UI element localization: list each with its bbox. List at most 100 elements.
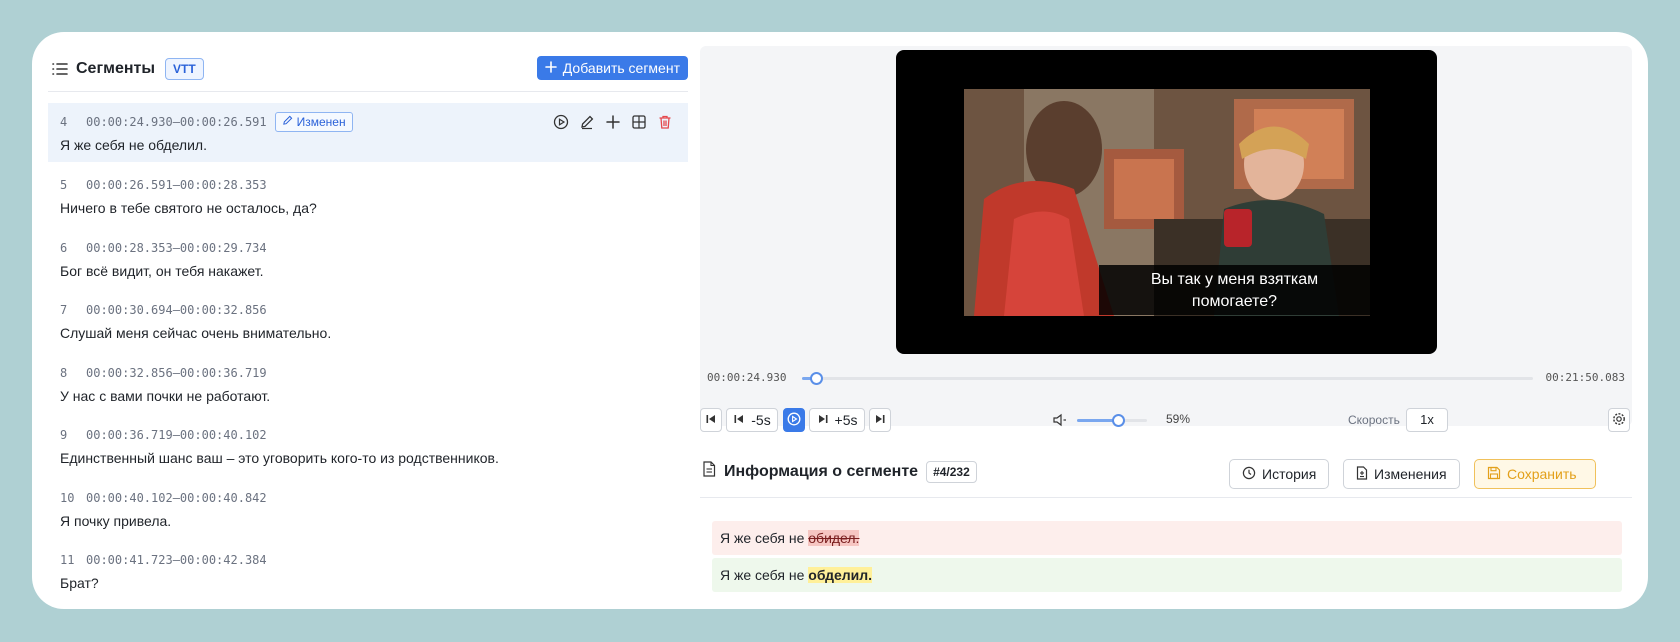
save-icon	[1487, 466, 1501, 483]
segment-tools	[552, 113, 674, 131]
segment-text: Единственный шанс ваш – это уговорить ко…	[60, 450, 499, 466]
segment-time: 00:00:24.930—00:00:26.591	[86, 115, 267, 129]
segment-meta: 8 00:00:32.856—00:00:36.719	[60, 365, 676, 381]
segment-item-10[interactable]: 10 00:00:40.102—00:00:40.842 Я почку при…	[48, 479, 688, 542]
segment-text: Я почку привела.	[60, 512, 172, 529]
right-panel: Вы так у меня взяткам помогаете? 00:00:2…	[700, 46, 1632, 609]
history-button[interactable]: История	[1229, 459, 1330, 489]
video-player: Вы так у меня взяткам помогаете? 00:00:2…	[700, 46, 1632, 426]
segment-text: Я же себя не обделил.	[60, 137, 207, 153]
play-circle-icon	[787, 412, 801, 429]
forward-5s-button[interactable]: +5s	[809, 408, 865, 432]
changes-button[interactable]: Изменения	[1343, 459, 1460, 489]
segment-item-11[interactable]: 11 00:00:41.723—00:00:42.384 Брат?	[48, 541, 688, 604]
segment-item-6[interactable]: 6 00:00:28.353—00:00:29.734 Бог всё види…	[48, 229, 688, 292]
volume-slider[interactable]	[1077, 414, 1147, 427]
insert-icon[interactable]	[604, 113, 622, 131]
segment-info-header: Информация о сегменте #4/232 История Изм…	[700, 446, 1632, 498]
segment-meta: 6 00:00:28.353—00:00:29.734	[60, 240, 676, 256]
segment-item-9[interactable]: 9 00:00:36.719—00:00:40.102 Единственный…	[48, 416, 688, 479]
trash-icon[interactable]	[656, 113, 674, 131]
volume-icon[interactable]	[1052, 413, 1068, 432]
video-frame[interactable]: Вы так у меня взяткам помогаете?	[896, 50, 1437, 354]
segment-time: 00:00:36.719—00:00:40.102	[86, 428, 267, 442]
segment-number: 7	[60, 303, 68, 317]
player-controls: -5s +5s 59% Скорость 1x	[700, 408, 1632, 432]
step-forward-icon	[817, 412, 829, 428]
diff-added-word: обделил.	[808, 567, 873, 583]
diff-new-prefix: Я же себя не	[720, 567, 809, 583]
segment-info-title: Информация о сегменте	[724, 462, 919, 480]
segments-panel: Сегменты VTT Добавить сегмент 4 00:00:24…	[48, 46, 688, 609]
segment-meta: 5 00:00:26.591—00:00:28.353	[60, 177, 676, 193]
segment-item-7[interactable]: 7 00:00:30.694—00:00:32.856 Слушай меня …	[48, 291, 688, 354]
segment-time: 00:00:40.102—00:00:40.842	[86, 490, 267, 505]
segment-item-5[interactable]: 5 00:00:26.591—00:00:28.353 Ничего в теб…	[48, 166, 688, 229]
seek-thumb[interactable]	[809, 372, 823, 385]
speed-select[interactable]: 1x	[1406, 408, 1448, 432]
subtitle-overlay: Вы так у меня взяткам помогаете?	[1099, 265, 1370, 315]
segments-title: Сегменты	[76, 59, 156, 77]
history-label: История	[1262, 466, 1317, 482]
segment-item-4[interactable]: 4 00:00:24.930—00:00:26.591 Изменен Я же…	[48, 103, 688, 162]
segment-time: 00:00:41.723—00:00:42.384	[86, 553, 267, 567]
add-segment-label: Добавить сегмент	[562, 60, 680, 76]
speed-label: Скорость	[1348, 413, 1400, 427]
list-icon	[50, 59, 70, 79]
split-icon[interactable]	[630, 113, 648, 131]
total-time: 00:21:50.083	[1545, 371, 1625, 384]
settings-button[interactable]	[1608, 408, 1630, 432]
segment-number: 5	[60, 178, 68, 192]
segment-text: У нас с вами почки не работают.	[60, 387, 271, 404]
volume-percent: 59%	[1166, 412, 1191, 426]
segment-number: 11	[60, 553, 75, 567]
history-icon	[1242, 466, 1256, 483]
diff-removed-word: обидел.	[808, 530, 860, 546]
segment-time: 00:00:28.353—00:00:29.734	[86, 240, 267, 255]
document-icon	[702, 461, 716, 482]
back-5s-label: -5s	[751, 412, 771, 428]
save-label: Сохранить	[1507, 466, 1577, 482]
segment-text: Бог всё видит, он тебя накажет.	[60, 262, 264, 279]
play-button[interactable]	[783, 408, 805, 432]
play-segment-icon[interactable]	[552, 113, 570, 131]
volume-thumb[interactable]	[1112, 414, 1126, 427]
current-time: 00:00:24.930	[707, 371, 787, 384]
segment-number: 4	[60, 115, 68, 129]
segment-meta: 7 00:00:30.694—00:00:32.856	[60, 302, 676, 318]
diff-old-text: Я же себя не обидел.	[712, 521, 1622, 555]
pencil-icon	[282, 115, 293, 129]
app-card: Сегменты VTT Добавить сегмент 4 00:00:24…	[32, 32, 1648, 609]
forward-5s-label: +5s	[834, 412, 858, 428]
segment-number: 6	[60, 240, 68, 255]
segment-text: Слушай меня сейчас очень внимательно.	[60, 325, 332, 341]
segment-number: 10	[60, 490, 75, 505]
changed-badge: Изменен	[274, 112, 353, 132]
save-button[interactable]: Сохранить	[1474, 459, 1596, 489]
segment-index-badge: #4/232	[926, 460, 977, 483]
skip-to-end-button[interactable]	[869, 408, 891, 432]
skip-end-icon	[874, 412, 886, 428]
segment-list: 4 00:00:24.930—00:00:26.591 Изменен Я же…	[48, 103, 688, 604]
skip-to-start-button[interactable]	[700, 408, 722, 432]
subtitle-line-2: помогаете?	[1191, 293, 1278, 310]
segment-meta: 11 00:00:41.723—00:00:42.384	[60, 552, 676, 568]
edit-icon[interactable]	[578, 113, 596, 131]
segments-header: Сегменты VTT Добавить сегмент	[48, 46, 688, 92]
timeline: 00:00:24.930 00:21:50.083	[707, 369, 1625, 387]
add-segment-button[interactable]: Добавить сегмент	[536, 56, 688, 80]
segment-meta: 9 00:00:36.719—00:00:40.102	[60, 427, 676, 443]
segment-time: 00:00:32.856—00:00:36.719	[86, 365, 267, 380]
segment-item-8[interactable]: 8 00:00:32.856—00:00:36.719 У нас с вами…	[48, 354, 688, 417]
back-5s-button[interactable]: -5s	[726, 408, 778, 432]
seek-bar[interactable]	[802, 372, 1533, 385]
segment-number: 8	[60, 365, 68, 380]
segment-text: Ничего в тебе святого не осталось, да?	[60, 200, 317, 216]
gear-icon	[1612, 412, 1626, 429]
skip-start-icon	[705, 412, 717, 428]
subtitle-line-1: Вы так у меня взяткам	[1150, 271, 1319, 288]
plus-icon	[544, 60, 557, 76]
changed-badge-label: Изменен	[296, 115, 346, 129]
diff-new-text: Я же себя не обделил.	[712, 558, 1622, 592]
changes-label: Изменения	[1374, 466, 1447, 482]
